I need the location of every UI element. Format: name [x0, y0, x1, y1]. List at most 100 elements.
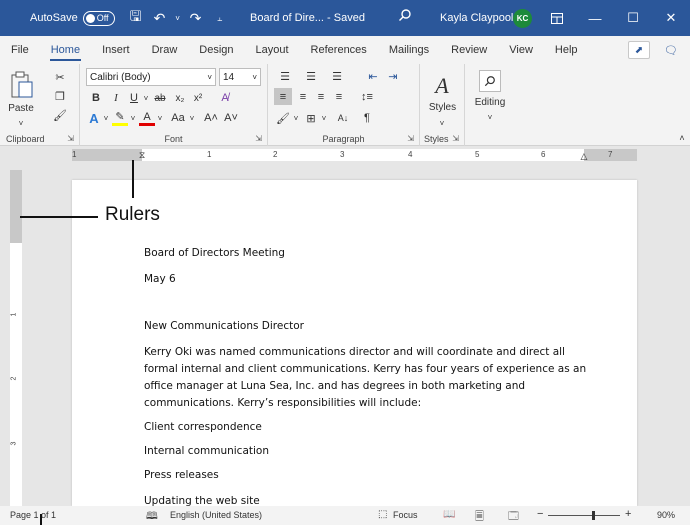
tab-insert[interactable]: Insert: [91, 36, 141, 64]
search-icon[interactable]: [398, 8, 412, 25]
minimize-icon[interactable]: —: [576, 0, 614, 36]
paste-icon[interactable]: [8, 70, 36, 100]
borders-icon[interactable]: ⊞: [302, 110, 320, 126]
styles-label[interactable]: Styles: [422, 102, 463, 113]
undo-icon[interactable]: ↶: [149, 7, 171, 29]
chevron-down-icon[interactable]: ˅: [319, 110, 329, 126]
shading-icon[interactable]: 🖌: [274, 110, 292, 126]
zoom-out-button[interactable]: −: [537, 508, 543, 520]
tab-file[interactable]: File: [0, 36, 40, 64]
editing-search-icon[interactable]: [479, 70, 501, 92]
chevron-down-icon[interactable]: ˅: [141, 90, 151, 106]
shrink-font-button[interactable]: A˅: [222, 110, 240, 126]
copy-icon[interactable]: ❐: [52, 88, 68, 104]
highlight-icon[interactable]: ✎: [112, 110, 128, 126]
italic-button[interactable]: I: [108, 90, 124, 106]
tab-view[interactable]: View: [498, 36, 544, 64]
clear-formatting-icon[interactable]: A̸: [216, 90, 234, 106]
editing-label[interactable]: Editing: [467, 97, 513, 108]
tab-draw[interactable]: Draw: [141, 36, 189, 64]
grow-font-button[interactable]: A˄: [202, 110, 220, 126]
close-icon[interactable]: ✕: [652, 0, 690, 36]
chevron-down-icon[interactable]: ˅: [101, 110, 111, 126]
chevron-down-icon[interactable]: ˅: [291, 110, 301, 126]
text-effects-icon[interactable]: A: [86, 110, 102, 126]
font-size-dropdown[interactable]: 14 ˅: [219, 68, 261, 86]
superscript-icon[interactable]: x²: [190, 90, 206, 106]
customize-qat-icon[interactable]: ⫠: [209, 7, 231, 29]
change-case-button[interactable]: Aa: [168, 110, 188, 126]
tab-help[interactable]: Help: [544, 36, 589, 64]
paste-label[interactable]: Paste: [6, 103, 36, 114]
right-indent-marker-icon[interactable]: △: [579, 150, 589, 162]
ribbon-display-icon[interactable]: [538, 0, 576, 36]
align-center-icon[interactable]: ≡: [294, 88, 312, 105]
numbering-icon[interactable]: ☰: [300, 68, 322, 84]
tab-design[interactable]: Design: [188, 36, 244, 64]
styles-icon[interactable]: A: [428, 72, 456, 100]
zoom-in-button[interactable]: +: [625, 508, 631, 520]
focus-icon[interactable]: ⬚: [378, 509, 387, 520]
indent-marker-icon[interactable]: ⧖: [137, 146, 147, 164]
maximize-icon[interactable]: ☐: [614, 0, 652, 36]
chevron-down-icon[interactable]: ˅: [155, 110, 165, 126]
web-layout-icon[interactable]: 🗔: [508, 509, 519, 525]
read-mode-icon[interactable]: 📖: [443, 509, 455, 520]
justify-icon[interactable]: ≡: [330, 88, 348, 105]
horizontal-ruler[interactable]: 1 1 2 3 4 5 6 7 ⧖ △: [0, 146, 690, 164]
focus-button[interactable]: Focus: [393, 510, 418, 520]
tab-layout[interactable]: Layout: [245, 36, 300, 64]
proofing-icon[interactable]: 🕮: [146, 509, 158, 525]
cut-icon[interactable]: ✂: [52, 69, 68, 85]
clipboard-launcher-icon[interactable]: ⇲: [67, 134, 74, 143]
comments-icon[interactable]: 🗨: [660, 41, 682, 59]
styles-launcher-icon[interactable]: ⇲: [452, 134, 459, 143]
underline-button[interactable]: U: [126, 90, 142, 106]
bold-button[interactable]: B: [88, 90, 104, 106]
print-layout-icon[interactable]: 🗏: [475, 508, 484, 525]
user-name[interactable]: Kayla Claypool: [440, 12, 513, 24]
font-color-icon[interactable]: A: [139, 110, 155, 126]
redo-icon[interactable]: ↷: [185, 7, 207, 29]
strikethrough-icon[interactable]: ab: [152, 90, 168, 106]
align-right-icon[interactable]: ≡: [312, 88, 330, 105]
format-painter-icon[interactable]: 🖌: [52, 107, 68, 123]
line-spacing-icon[interactable]: ↕≡: [356, 88, 378, 105]
show-formatting-icon[interactable]: ¶: [358, 110, 376, 126]
paragraph-launcher-icon[interactable]: ⇲: [407, 134, 414, 143]
tab-mailings[interactable]: Mailings: [378, 36, 440, 64]
chevron-down-icon[interactable]: ˅: [484, 112, 496, 122]
vertical-ruler[interactable]: 1 2 3: [10, 170, 22, 506]
zoom-level[interactable]: 90%: [657, 510, 675, 520]
save-icon[interactable]: 🖫: [125, 7, 147, 29]
chevron-down-icon[interactable]: ˅: [128, 110, 138, 126]
decrease-indent-icon[interactable]: ⇤: [364, 68, 382, 84]
zoom-slider-thumb[interactable]: [592, 511, 595, 520]
autosave-toggle[interactable]: Off: [82, 10, 115, 26]
collapse-ribbon-icon[interactable]: ˄: [676, 132, 688, 144]
font-launcher-icon[interactable]: ⇲: [255, 134, 262, 143]
language[interactable]: English (United States): [170, 510, 262, 520]
align-left-icon[interactable]: ≡: [274, 88, 292, 105]
increase-indent-icon[interactable]: ⇥: [384, 68, 402, 84]
subscript-icon[interactable]: x₂: [172, 90, 188, 106]
page-count[interactable]: Page 1 of 1: [10, 510, 56, 520]
document-page[interactable]: Board of Directors Meeting May 6 New Com…: [72, 180, 637, 507]
tab-review[interactable]: Review: [440, 36, 498, 64]
zoom-slider[interactable]: [548, 515, 620, 516]
bullets-icon[interactable]: ☰: [274, 68, 296, 84]
chevron-down-icon[interactable]: ˅: [436, 118, 448, 128]
tab-home[interactable]: Home: [40, 36, 91, 64]
chevron-down-icon[interactable]: ˅: [173, 7, 183, 29]
doc-date: May 6: [144, 273, 176, 285]
autosave[interactable]: AutoSave Off: [30, 10, 115, 26]
tab-references[interactable]: References: [300, 36, 378, 64]
font-name-dropdown[interactable]: Calibri (Body) ˅: [86, 68, 216, 86]
sort-icon[interactable]: A↓: [334, 110, 352, 126]
share-icon[interactable]: ⬈: [628, 41, 650, 59]
chevron-down-icon[interactable]: ˅: [187, 110, 197, 126]
multilevel-list-icon[interactable]: ☰: [326, 68, 348, 84]
status-bar: Page 1 of 1 🕮 English (United States) ⬚ …: [0, 506, 690, 525]
avatar[interactable]: KC: [513, 9, 532, 28]
paste-dropdown-icon[interactable]: ˅: [14, 118, 28, 128]
